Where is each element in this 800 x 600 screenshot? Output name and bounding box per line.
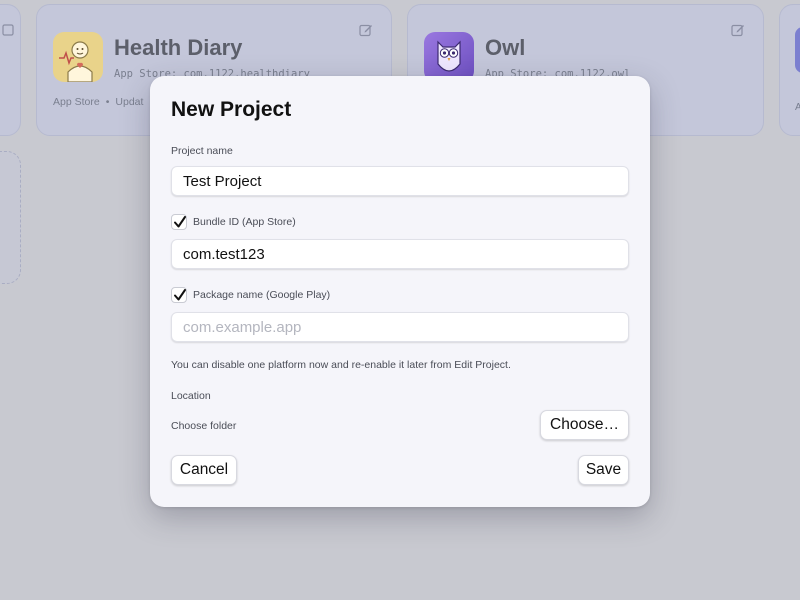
edit-icon[interactable] bbox=[2, 23, 16, 37]
checkmark-icon bbox=[174, 289, 186, 301]
owl-app-icon bbox=[424, 32, 474, 82]
project-card-partial-right[interactable]: A bbox=[779, 4, 800, 136]
edit-icon[interactable] bbox=[731, 23, 745, 37]
project-name-label: Project name bbox=[171, 145, 233, 157]
meta-extra: Updat bbox=[115, 96, 144, 108]
app-name: Owl bbox=[485, 35, 526, 60]
meta-separator: • bbox=[105, 96, 110, 108]
checkmark-icon bbox=[174, 216, 186, 228]
new-project-dialog: New Project Project name Bundle ID (App … bbox=[150, 76, 650, 507]
edit-icon[interactable] bbox=[359, 23, 373, 37]
project-card-partial-left[interactable] bbox=[0, 4, 21, 136]
dialog-title: New Project bbox=[171, 98, 292, 121]
app-icon-partial bbox=[795, 27, 800, 73]
bundle-id-checkbox-label: Bundle ID (App Store) bbox=[193, 216, 296, 228]
choose-folder-label: Choose folder bbox=[171, 420, 237, 432]
card-meta: App Store • Updat bbox=[53, 96, 143, 108]
package-name-checkbox[interactable] bbox=[171, 287, 187, 303]
save-button[interactable]: Save bbox=[578, 455, 629, 485]
app-name: Health Diary bbox=[114, 35, 243, 60]
package-name-checkbox-label: Package name (Google Play) bbox=[193, 289, 331, 301]
bundle-id-checkbox[interactable] bbox=[171, 214, 187, 230]
bundle-id-checkbox-row[interactable]: Bundle ID (App Store) bbox=[171, 213, 296, 231]
app-window: Health Diary App Store: com.1122.healthd… bbox=[0, 0, 800, 600]
add-project-card[interactable] bbox=[0, 151, 21, 284]
cancel-button[interactable]: Cancel bbox=[171, 455, 237, 485]
choose-folder-button[interactable]: Choose… bbox=[540, 410, 629, 440]
health-diary-app-icon bbox=[53, 32, 103, 82]
project-name-input[interactable] bbox=[171, 166, 629, 196]
package-name-input[interactable] bbox=[171, 312, 629, 342]
meta-store: App Store bbox=[53, 96, 100, 108]
bundle-id-input[interactable] bbox=[171, 239, 629, 269]
location-label: Location bbox=[171, 390, 211, 402]
card-meta-partial: A bbox=[795, 102, 800, 113]
platform-hint-text: You can disable one platform now and re-… bbox=[171, 359, 511, 371]
package-name-checkbox-row[interactable]: Package name (Google Play) bbox=[171, 286, 330, 304]
